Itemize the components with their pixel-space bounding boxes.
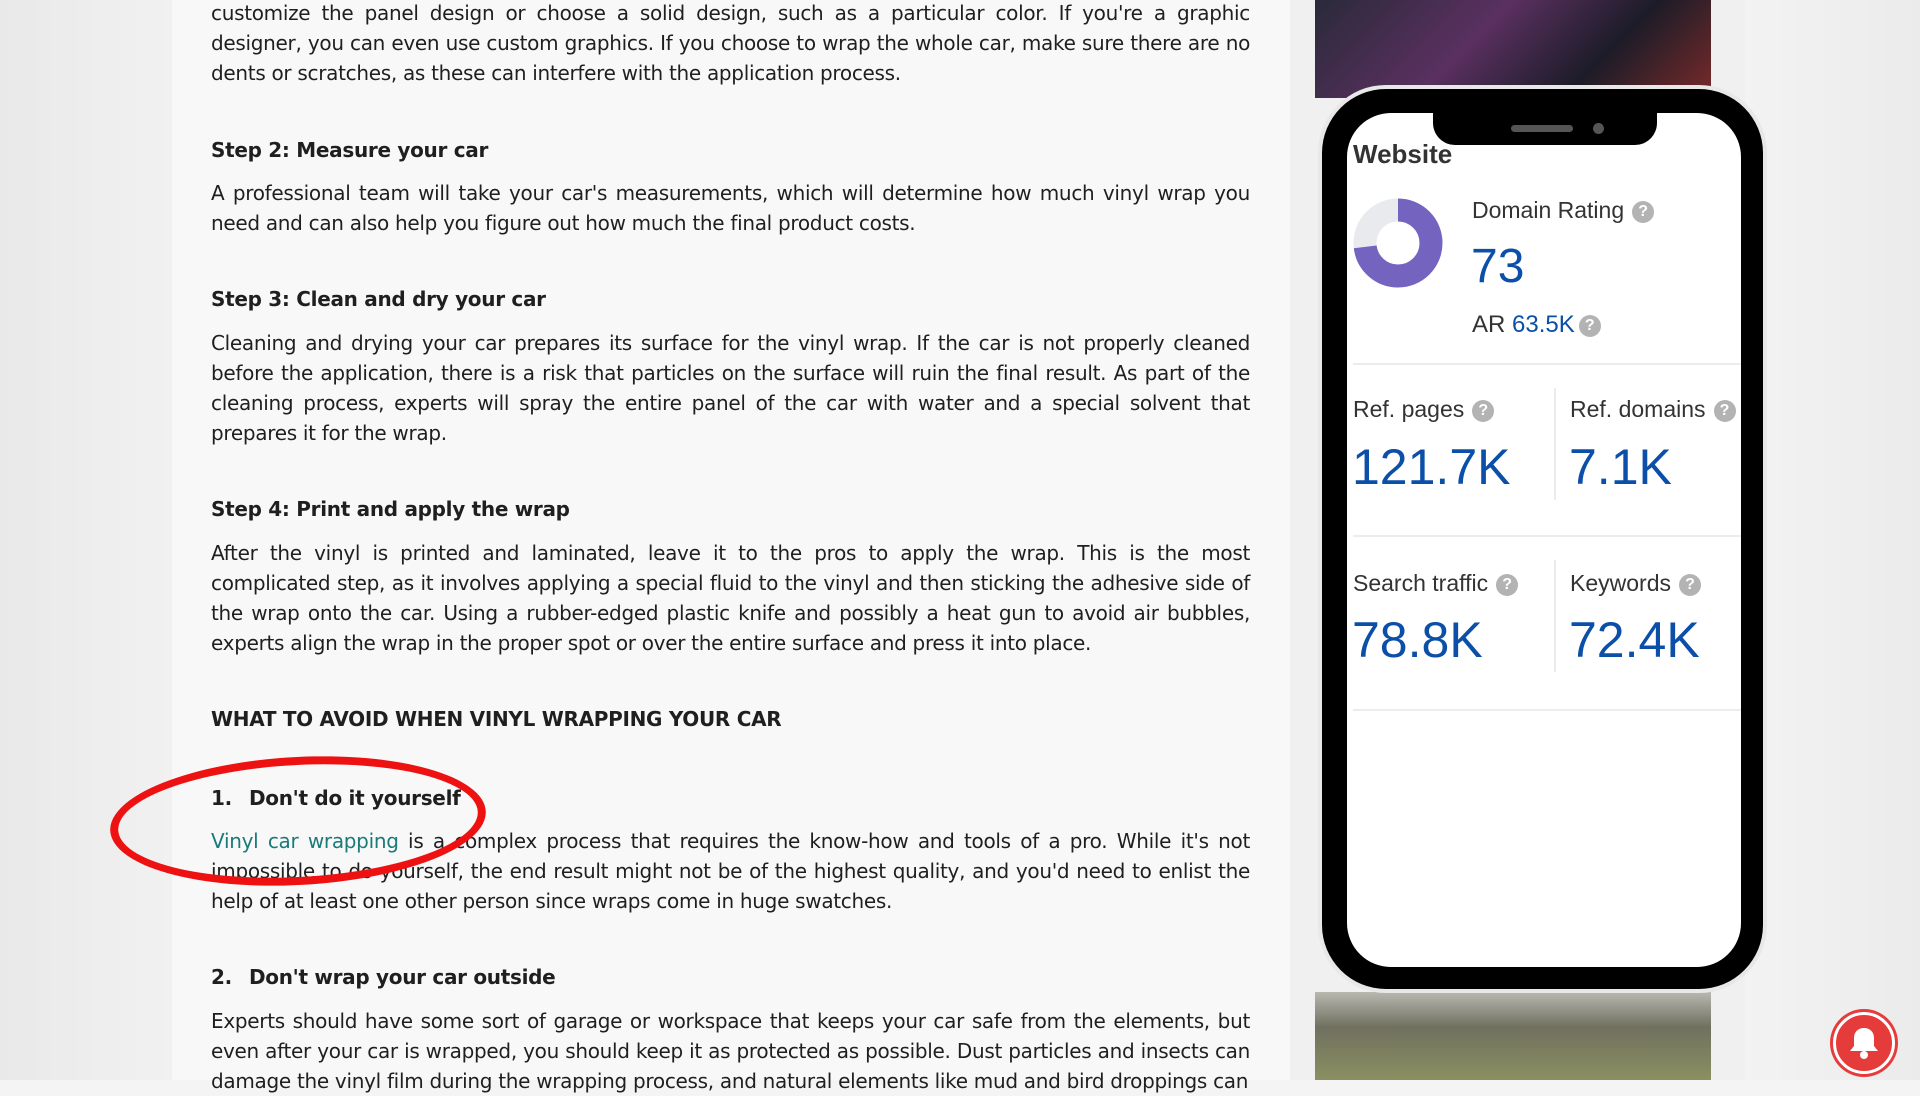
- page-margin-right: [1745, 0, 1920, 1080]
- camera-icon: [1593, 123, 1604, 134]
- step4-heading: Step 4: Print and apply the wrap: [211, 497, 570, 521]
- phone-screen: Website Domain Rating? 73 AR 63.5K? Ref.…: [1347, 113, 1741, 967]
- step4-paragraph: After the vinyl is printed and laminated…: [211, 541, 1250, 655]
- bell-icon: [1850, 1028, 1878, 1059]
- domain-rating-label: Domain Rating?: [1472, 197, 1655, 224]
- domain-rating-value: 73: [1471, 240, 1525, 293]
- divider: [1554, 388, 1556, 500]
- ref-pages-value: 121.7K: [1352, 439, 1511, 495]
- ref-pages-label: Ref. pages?: [1353, 396, 1495, 423]
- step3-paragraph: Cleaning and drying your car prepares it…: [211, 331, 1250, 445]
- page-margin-left: [0, 0, 172, 1080]
- step3-heading: Step 3: Clean and dry your car: [211, 287, 546, 311]
- domain-rating-donut: [1353, 198, 1443, 288]
- help-icon[interactable]: ?: [1713, 399, 1736, 422]
- avoid-heading: WHAT TO AVOID WHEN VINYL WRAPPING YOUR C…: [211, 707, 782, 731]
- search-traffic-label: Search traffic?: [1353, 570, 1519, 597]
- sidebar-thumbnail-trading[interactable]: [1315, 0, 1711, 98]
- step2-paragraph: A professional team will take your car's…: [211, 181, 1250, 235]
- item2-title: Don't wrap your car outside: [249, 965, 556, 989]
- keywords-value: 72.4K: [1569, 612, 1700, 668]
- ref-domains-label: Ref. domains?: [1570, 396, 1736, 423]
- widget-title: Website: [1353, 139, 1453, 169]
- item2-heading: 2. Don't wrap your car outside: [211, 962, 1250, 992]
- help-icon[interactable]: ?: [1678, 573, 1701, 596]
- help-icon[interactable]: ?: [1578, 314, 1601, 337]
- notification-bell-button[interactable]: [1833, 1012, 1895, 1074]
- divider: [1353, 535, 1741, 537]
- divider: [1554, 560, 1556, 672]
- keywords-label: Keywords?: [1570, 570, 1701, 597]
- phone-mockup: Website Domain Rating? 73 AR 63.5K? Ref.…: [1322, 89, 1763, 989]
- help-icon[interactable]: ?: [1472, 399, 1495, 422]
- step2-heading: Step 2: Measure your car: [211, 138, 489, 162]
- help-icon[interactable]: ?: [1496, 573, 1519, 596]
- help-icon[interactable]: ?: [1632, 200, 1655, 223]
- divider: [1353, 709, 1741, 711]
- sidebar-thumbnail-tank[interactable]: [1315, 992, 1711, 1080]
- ar-value: 63.5K: [1512, 311, 1575, 338]
- item2-paragraph: Experts should have some sort of garage …: [211, 1009, 1250, 1093]
- ref-domains-value: 7.1K: [1569, 439, 1672, 495]
- intro-paragraph: customize the panel design or choose a s…: [211, 1, 1250, 85]
- speaker-icon: [1511, 125, 1573, 132]
- item2-number: 2.: [211, 965, 232, 989]
- divider: [1353, 363, 1741, 365]
- search-traffic-value: 78.8K: [1352, 612, 1483, 668]
- ar-row: AR 63.5K?: [1472, 311, 1601, 339]
- phone-notch: [1433, 113, 1657, 145]
